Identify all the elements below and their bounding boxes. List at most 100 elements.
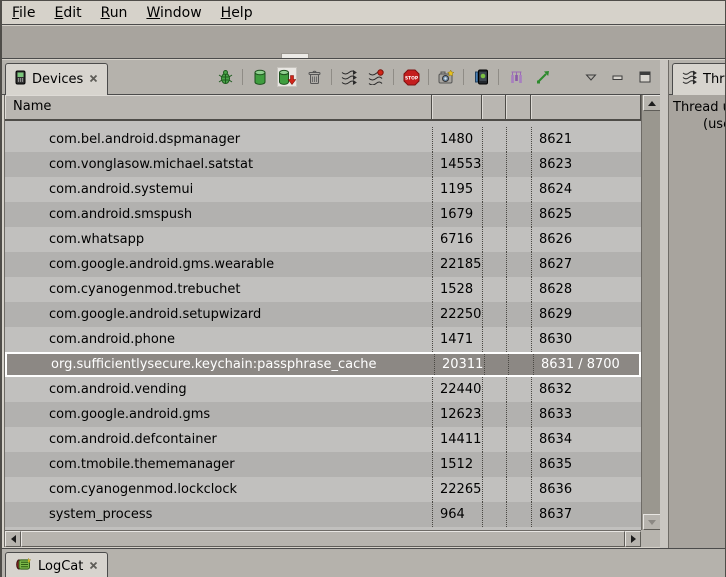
table-row-selected[interactable]: org.sufficientlysecure.keychain:passphra… [5,352,641,377]
table-row[interactable]: com.google.android.gms.wearable221858627 [5,252,641,277]
logcat-icon [15,557,32,575]
port-cell: 8637 [531,502,641,527]
tab-logcat[interactable]: LogCat [5,552,108,577]
scroll-down-button[interactable] [643,514,661,530]
empty-cell [482,302,506,327]
empty-cell [482,127,506,152]
menu-edit[interactable]: Edit [54,5,81,21]
port-cell: 8631 / 8700 [533,354,639,375]
pid-cell: 1471 [432,327,482,352]
threads-tabbar: Threads [669,60,726,95]
scroll-up-button[interactable] [643,95,661,111]
empty-cell [506,127,531,152]
process-name-cell: com.android.systemui [5,177,432,202]
pid-cell: 1195 [432,177,482,202]
horizontal-scroll-thumb[interactable] [21,531,625,547]
tab-devices-close-icon[interactable] [89,72,98,87]
process-name-cell: com.android.phone [5,327,432,352]
horizontal-scrollbar[interactable] [5,530,641,547]
menu-help[interactable]: Help [221,5,253,21]
table-row[interactable]: com.google.android.gms126238633 [5,402,641,427]
opengl-trace-icon[interactable] [533,67,553,87]
empty-cell [506,277,531,302]
screen-capture-icon[interactable] [436,67,456,87]
port-cell: 8636 [531,477,641,502]
process-name-cell: com.google.android.setupwizard [5,302,432,327]
header-col3[interactable] [482,95,506,121]
toolbar-sash[interactable] [281,53,309,58]
threads-panel: Threads Thread updates not enabled for s… [668,60,726,549]
menu-run[interactable]: Run [101,5,128,21]
table-row[interactable]: com.android.defcontainer144118634 [5,427,641,452]
update-heap-icon[interactable] [250,67,270,87]
systrace-icon[interactable] [506,67,526,87]
menu-window[interactable]: Window [146,5,201,21]
empty-cell [506,427,531,452]
header-name[interactable]: Name [5,95,432,121]
table-row[interactable]: system_process9648637 [5,502,641,527]
view-menu-icon[interactable] [581,67,601,87]
empty-cell [506,177,531,202]
empty-cell [484,354,508,375]
process-name-cell: com.whatsapp [5,227,432,252]
port-cell: 8621 [531,127,641,152]
table-row[interactable]: com.tmobile.thememanager15128635 [5,452,641,477]
pid-cell: 20311 [434,354,484,375]
header-port[interactable] [531,95,641,121]
empty-cell [506,377,531,402]
method-profiling-icon[interactable] [366,67,386,87]
table-row[interactable]: com.android.vending224408632 [5,377,641,402]
pid-cell: 14553 [432,152,482,177]
scroll-left-button[interactable] [5,531,21,547]
table-row[interactable]: com.vonglasow.michael.satstat145538623 [5,152,641,177]
device-phone-icon [15,70,26,89]
table-row[interactable]: com.cyanogenmod.trebuchet15288628 [5,277,641,302]
port-cell: 8630 [531,327,641,352]
stop-process-icon[interactable]: STOP [401,67,421,87]
empty-cell [482,502,506,527]
ui-hierarchy-icon[interactable] [471,67,491,87]
pid-cell: 964 [432,502,482,527]
port-cell: 8625 [531,202,641,227]
pid-cell: 22250 [432,302,482,327]
table-row[interactable]: com.android.smspush16798625 [5,202,641,227]
cause-gc-trash-icon[interactable] [304,67,324,87]
vertical-scrollbar[interactable] [641,95,661,530]
process-name-cell: com.android.defcontainer [5,427,432,452]
empty-cell [506,252,531,277]
port-cell: 8623 [531,152,641,177]
empty-cell [506,502,531,527]
pid-cell: 22185 [432,252,482,277]
dump-hprof-icon[interactable] [277,67,297,87]
tab-logcat-close-icon[interactable] [89,559,98,574]
table-row[interactable]: com.android.phone1471 8630 [5,327,641,352]
port-cell: 8633 [531,402,641,427]
pid-cell: 6716 [432,227,482,252]
pid-cell: 22440 [432,377,482,402]
header-pid[interactable] [432,95,482,121]
empty-cell [506,302,531,327]
empty-cell [506,327,531,352]
table-row[interactable]: com.android.systemui11958624 [5,177,641,202]
debug-process-icon[interactable] [215,67,235,87]
table-row[interactable]: com.cyanogenmod.lockclock222658636 [5,477,641,502]
header-col4[interactable] [506,95,531,121]
ddms-window: File Edit Run Window Help Devices [0,0,726,577]
table-row[interactable]: com.google.android.setupwizard222508629 [5,302,641,327]
table-row[interactable]: com.bel.android.dspmanager14808621 [5,127,641,152]
table-header: Name [5,95,641,121]
port-cell: 8626 [531,227,641,252]
pid-cell: 1480 [432,127,482,152]
tab-threads[interactable]: Threads [672,63,726,95]
minimize-icon[interactable] [608,67,628,87]
maximize-icon[interactable] [635,67,655,87]
panel-sash[interactable] [660,60,668,549]
menu-file[interactable]: File [12,5,35,21]
empty-cell [508,354,533,375]
scroll-right-button[interactable] [625,531,641,547]
empty-cell [482,252,506,277]
process-name-cell: com.cyanogenmod.lockclock [5,477,432,502]
tab-devices[interactable]: Devices [5,63,108,95]
update-threads-icon[interactable] [339,67,359,87]
table-row[interactable]: com.whatsapp6716 8626 [5,227,641,252]
